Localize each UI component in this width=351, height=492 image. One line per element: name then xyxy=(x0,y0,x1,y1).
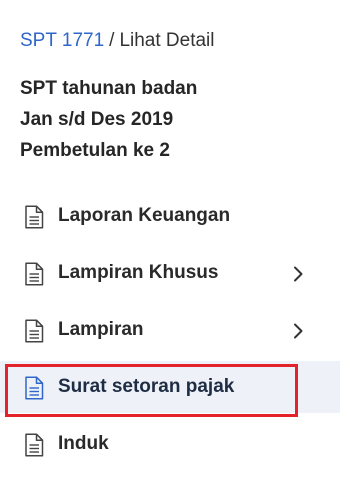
breadcrumb-current: Lihat Detail xyxy=(119,30,215,51)
spt-section-nav: Laporan Keuangan Lampiran Khusus Lampira… xyxy=(0,190,351,475)
document-icon xyxy=(25,376,44,400)
spt-period-text: Jan s/d Des 2019 xyxy=(20,109,174,130)
document-icon xyxy=(25,262,44,286)
breadcrumb-link-spt-1771[interactable]: SPT 1771 xyxy=(20,30,104,51)
document-icon xyxy=(25,319,44,343)
spt-revision-text: Pembetulan ke 2 xyxy=(20,140,170,161)
spt-type-text: SPT tahunan badan xyxy=(20,78,198,99)
nav-item-label: Lampiran Khusus xyxy=(58,262,219,283)
breadcrumb: SPT 1771/Lihat Detail xyxy=(20,29,215,53)
nav-item-laporan-keuangan[interactable]: Laporan Keuangan xyxy=(0,190,351,242)
document-icon xyxy=(25,205,44,229)
chevron-right-icon[interactable] xyxy=(291,265,305,283)
document-icon xyxy=(25,433,44,457)
nav-item-surat-setoran-pajak[interactable]: Surat setoran pajak xyxy=(0,361,340,413)
chevron-right-icon[interactable] xyxy=(291,322,305,340)
nav-item-lampiran[interactable]: Lampiran xyxy=(0,304,351,356)
nav-item-label: Surat setoran pajak xyxy=(58,376,235,397)
spt-summary: SPT tahunan badan Jan s/d Des 2019 Pembe… xyxy=(20,73,197,166)
breadcrumb-separator: / xyxy=(109,30,115,51)
nav-item-label: Laporan Keuangan xyxy=(58,205,231,226)
nav-item-lampiran-khusus[interactable]: Lampiran Khusus xyxy=(0,247,351,299)
nav-item-label: Induk xyxy=(58,433,109,454)
nav-item-induk[interactable]: Induk xyxy=(0,418,351,470)
nav-item-label: Lampiran xyxy=(58,319,144,340)
